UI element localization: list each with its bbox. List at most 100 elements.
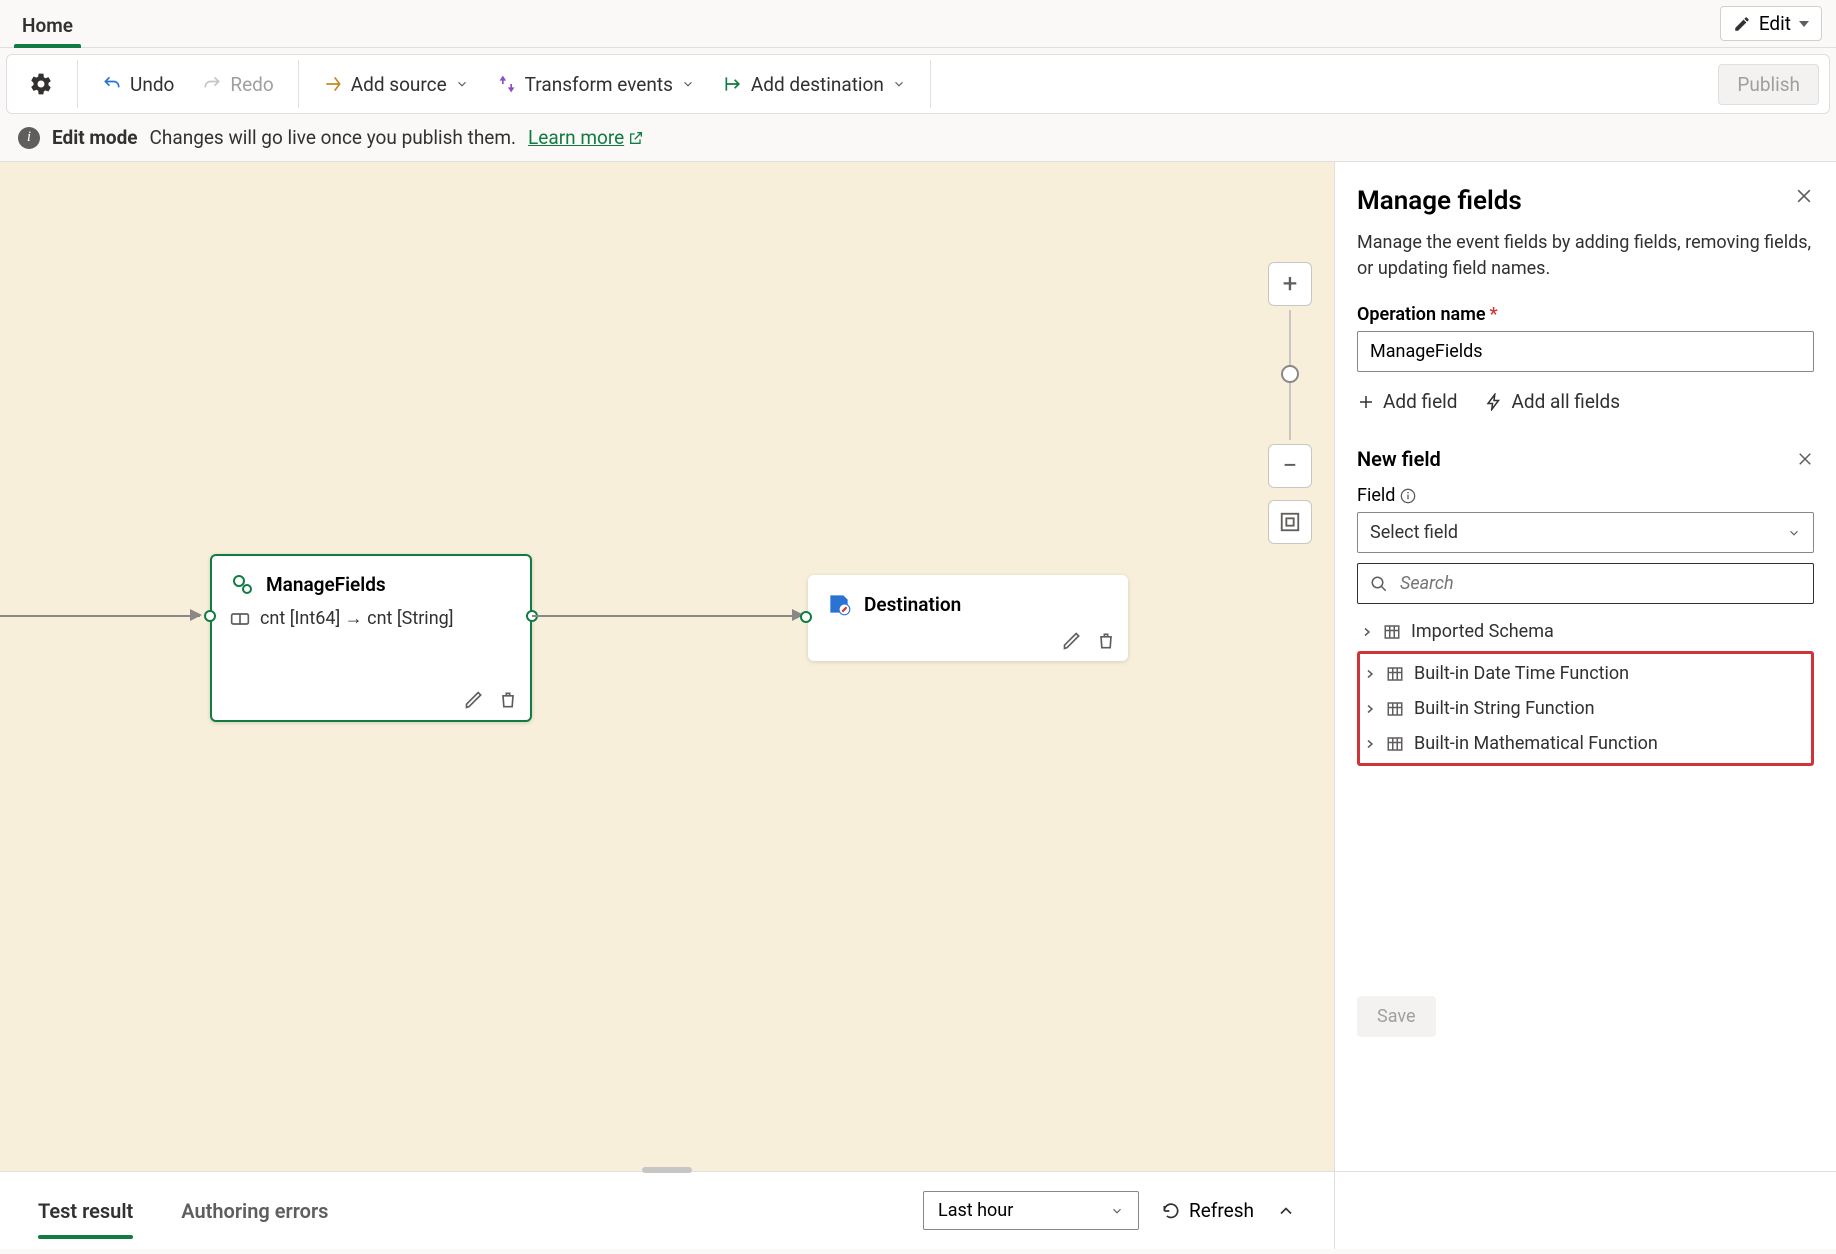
input-port[interactable]: [800, 611, 812, 623]
refresh-label: Refresh: [1189, 1199, 1254, 1222]
field-tree: Imported Schema Built-in Date Time Funct…: [1357, 614, 1814, 766]
zoom-in-button[interactable]: +: [1268, 262, 1312, 306]
gear-icon: [29, 72, 53, 96]
bottom-side-spacer: [1334, 1172, 1836, 1249]
fit-to-screen-button[interactable]: [1268, 500, 1312, 544]
chevron-right-icon: [1361, 626, 1373, 638]
arrowhead-icon: [190, 609, 202, 621]
drag-handle[interactable]: [642, 1167, 692, 1173]
tree-item-string[interactable]: Built-in String Function: [1360, 691, 1811, 726]
edit-node-button[interactable]: [464, 690, 484, 710]
zoom-slider[interactable]: [1289, 310, 1291, 440]
operation-name-label: Operation name*: [1357, 304, 1814, 325]
tree-item-datetime[interactable]: Built-in Date Time Function: [1360, 656, 1811, 691]
publish-button: Publish: [1718, 64, 1819, 105]
panel-close-button[interactable]: [1794, 186, 1814, 206]
close-icon: [1796, 450, 1814, 468]
zoom-handle[interactable]: [1281, 365, 1299, 383]
chevron-down-icon: [455, 77, 469, 91]
transform-events-button[interactable]: Transform events: [485, 65, 707, 104]
close-icon: [1794, 186, 1814, 206]
external-link-icon: [628, 130, 644, 146]
edit-node-button[interactable]: [1062, 631, 1082, 651]
add-all-fields-button[interactable]: Add all fields: [1485, 390, 1620, 413]
tab-authoring-errors[interactable]: Authoring errors: [181, 1175, 328, 1247]
node-subtitle: cnt [Int64] → cnt [String]: [230, 608, 512, 629]
node-managefields[interactable]: ManageFields cnt [Int64] → cnt [String]: [210, 554, 532, 722]
canvas[interactable]: ManageFields cnt [Int64] → cnt [String] …: [0, 161, 1334, 1171]
delete-node-button[interactable]: [1096, 631, 1116, 651]
tree-item-imported-schema[interactable]: Imported Schema: [1357, 614, 1814, 649]
field-search[interactable]: [1357, 563, 1814, 604]
chevron-down-icon: [892, 77, 906, 91]
tab-test-result[interactable]: Test result: [38, 1175, 133, 1247]
add-source-button[interactable]: Add source: [311, 65, 481, 104]
search-icon: [1370, 575, 1388, 593]
undo-label: Undo: [130, 73, 174, 96]
edit-dropdown[interactable]: Edit: [1720, 6, 1822, 41]
tree-item-math[interactable]: Built-in Mathematical Function: [1360, 726, 1811, 761]
table-icon: [1386, 735, 1404, 753]
node-destination[interactable]: Destination: [808, 575, 1128, 661]
field-label: Field: [1357, 485, 1814, 506]
edit-dropdown-label: Edit: [1759, 12, 1791, 35]
add-field-button[interactable]: Add field: [1357, 390, 1457, 413]
panel-description: Manage the event fields by adding fields…: [1357, 230, 1814, 282]
zoom-out-button[interactable]: −: [1268, 444, 1312, 488]
gears-icon: [230, 572, 254, 596]
fit-icon: [1279, 511, 1301, 533]
transform-icon: [497, 74, 517, 94]
trash-icon: [1096, 631, 1116, 651]
new-field-heading: New field: [1357, 447, 1441, 471]
node-title: Destination: [826, 591, 1110, 617]
trash-icon: [498, 690, 518, 710]
field-select[interactable]: Select field: [1357, 512, 1814, 553]
undo-button[interactable]: Undo: [90, 65, 186, 104]
node-title: ManageFields: [230, 572, 512, 596]
add-destination-icon: [723, 74, 743, 94]
chevron-right-icon: [1364, 703, 1376, 715]
node-title-text: Destination: [864, 593, 961, 616]
tree-label: Built-in Date Time Function: [1414, 663, 1629, 684]
info-bar: i Edit mode Changes will go live once yo…: [0, 114, 1836, 161]
delete-node-button[interactable]: [498, 690, 518, 710]
info-text: Changes will go live once you publish th…: [150, 126, 517, 149]
collapse-panel-button[interactable]: [1276, 1201, 1296, 1221]
zoom-controls: + −: [1268, 262, 1312, 544]
edge: [0, 615, 200, 617]
chevron-right-icon: [1364, 668, 1376, 680]
info-icon: i: [18, 127, 40, 149]
chevron-down-icon: [681, 77, 695, 91]
redo-icon: [202, 74, 222, 94]
table-icon: [1383, 623, 1401, 641]
field-search-input[interactable]: [1398, 572, 1801, 595]
add-field-label: Add field: [1383, 390, 1457, 413]
edge: [532, 615, 797, 617]
field-select-placeholder: Select field: [1370, 522, 1458, 543]
learn-more-link[interactable]: Learn more: [528, 126, 644, 149]
node-title-text: ManageFields: [266, 573, 386, 596]
bottom-panel: Test result Authoring errors Last hour R…: [0, 1171, 1836, 1249]
chevron-down-icon: [1787, 526, 1801, 540]
add-destination-button[interactable]: Add destination: [711, 65, 918, 104]
refresh-icon: [1161, 1201, 1181, 1221]
tab-home[interactable]: Home: [14, 2, 81, 47]
learn-more-label: Learn more: [528, 126, 624, 149]
redo-button: Redo: [190, 65, 285, 104]
add-destination-label: Add destination: [751, 73, 884, 96]
destination-icon: [826, 591, 852, 617]
new-field-close-button[interactable]: [1796, 450, 1814, 468]
info-title: Edit mode: [52, 126, 138, 149]
add-source-label: Add source: [351, 73, 447, 96]
input-port[interactable]: [204, 610, 216, 622]
refresh-button[interactable]: Refresh: [1161, 1199, 1254, 1222]
settings-button[interactable]: [17, 64, 65, 104]
node-subtitle-text: cnt [Int64] → cnt [String]: [260, 608, 454, 629]
operation-name-input[interactable]: [1357, 331, 1814, 372]
pencil-icon: [464, 690, 484, 710]
plus-icon: [1357, 393, 1375, 411]
toolbar: Undo Redo Add source Transform events Ad…: [6, 54, 1830, 114]
panel-title: Manage fields: [1357, 186, 1522, 216]
add-source-icon: [323, 74, 343, 94]
time-range-dropdown[interactable]: Last hour: [923, 1191, 1139, 1230]
